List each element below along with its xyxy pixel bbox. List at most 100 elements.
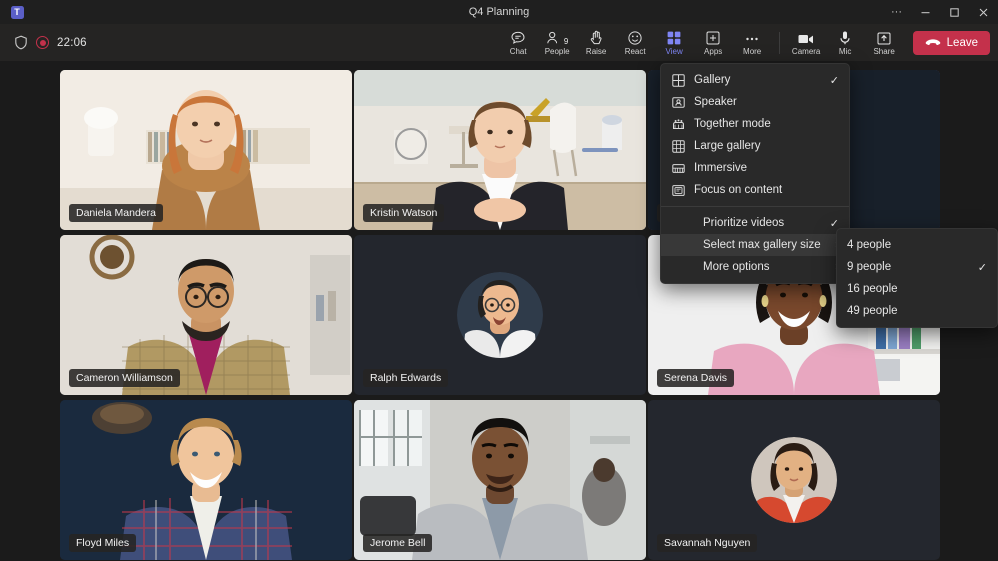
people-icon: 9: [546, 29, 568, 46]
menu-item-large-gallery[interactable]: Large gallery: [661, 135, 849, 157]
close-icon[interactable]: [969, 0, 998, 24]
menu-label: Immersive: [694, 162, 817, 174]
menu-label: 4 people: [847, 239, 965, 251]
menu-label: Speaker: [694, 96, 817, 108]
submenu-item-49-people[interactable]: 49 people: [837, 300, 997, 322]
shield-icon[interactable]: [14, 35, 28, 50]
menu-label: Prioritize videos: [703, 217, 817, 229]
menu-item-focus-on-content[interactable]: Focus on content: [661, 179, 849, 201]
toolbar-actions: Chat 9 People Raise React: [499, 24, 787, 61]
participant-name: Floyd Miles: [69, 534, 136, 552]
teams-logo-icon: T: [0, 0, 34, 24]
toolbar-button-view[interactable]: View: [655, 24, 694, 61]
menu-label: 16 people: [847, 283, 965, 295]
avatar: [751, 437, 837, 523]
titlebar-more-icon[interactable]: ···: [882, 0, 911, 24]
share-screen-icon: [876, 29, 892, 46]
view-menu: Gallery ✓ Speaker Together mode Large ga…: [660, 63, 850, 284]
toolbar-button-react[interactable]: React: [616, 24, 655, 61]
participant-tile[interactable]: Floyd Miles: [60, 400, 352, 560]
check-icon: ✓: [974, 261, 987, 274]
participant-name: Savannah Nguyen: [657, 534, 757, 552]
toolbar-label-react: React: [625, 47, 646, 57]
gallery-size-submenu: 4 people 9 people ✓ 16 people 49 people: [836, 228, 998, 328]
menu-label: 9 people: [847, 261, 965, 273]
participant-name: Kristin Watson: [363, 204, 444, 222]
leave-button[interactable]: Leave: [913, 31, 990, 55]
more-ellipsis-icon: [744, 29, 760, 46]
participant-tile[interactable]: Daniela Mandera: [60, 70, 352, 230]
menu-label: Select max gallery size: [703, 239, 826, 251]
toolbar-label-view: View: [666, 47, 683, 57]
title-bar: T Q4 Planning ···: [0, 0, 998, 24]
menu-item-immersive[interactable]: Immersive: [661, 157, 849, 179]
menu-item-select-max-gallery-size[interactable]: Select max gallery size ›: [661, 234, 849, 256]
react-emoji-icon: [627, 29, 643, 46]
menu-item-speaker[interactable]: Speaker: [661, 91, 849, 113]
leave-button-label: Leave: [947, 37, 978, 49]
window-controls: ···: [882, 0, 998, 24]
participant-name: Cameron Williamson: [69, 369, 180, 387]
toolbar-button-raise[interactable]: Raise: [577, 24, 616, 61]
toolbar-button-people[interactable]: 9 People: [538, 24, 577, 61]
participant-name: Daniela Mandera: [69, 204, 163, 222]
avatar: [457, 272, 543, 358]
toolbar-device-controls: Camera Mic Share Leave: [787, 24, 998, 61]
recording-indicator-icon: [36, 36, 49, 49]
menu-label: 49 people: [847, 305, 965, 317]
toolbar-button-apps[interactable]: Apps: [694, 24, 733, 61]
minimize-icon[interactable]: [911, 0, 940, 24]
menu-label: Gallery: [694, 74, 817, 86]
teams-meeting-window: T Q4 Planning ··· 22:06: [0, 0, 998, 561]
raise-hand-icon: [589, 29, 604, 46]
menu-separator: [661, 206, 849, 207]
toolbar-label-apps: Apps: [704, 47, 722, 57]
toolbar-label-raise: Raise: [586, 47, 606, 57]
submenu-item-4-people[interactable]: 4 people: [837, 234, 997, 256]
toolbar-button-more[interactable]: More: [733, 24, 772, 61]
check-icon: ✓: [826, 217, 839, 230]
toolbar-button-chat[interactable]: Chat: [499, 24, 538, 61]
menu-label: More options: [703, 261, 826, 273]
apps-plus-icon: [705, 29, 721, 46]
people-count-badge: 9: [564, 37, 568, 46]
participant-tile[interactable]: Ralph Edwards: [354, 235, 646, 395]
submenu-item-9-people[interactable]: 9 people ✓: [837, 256, 997, 278]
menu-item-together-mode[interactable]: Together mode: [661, 113, 849, 135]
participant-tile[interactable]: Kristin Watson: [354, 70, 646, 230]
toolbar-button-mic[interactable]: Mic: [826, 24, 865, 61]
large-gallery-icon: [671, 139, 685, 153]
toolbar-divider: [779, 32, 780, 54]
toolbar-label-chat: Chat: [510, 47, 527, 57]
participant-tile[interactable]: Jerome Bell: [354, 400, 646, 560]
menu-label: Together mode: [694, 118, 817, 130]
menu-item-prioritize-videos[interactable]: Prioritize videos ✓: [661, 212, 849, 234]
hang-up-icon: [925, 38, 941, 47]
meeting-toolbar: 22:06 Chat 9 People Raise: [0, 24, 998, 61]
chat-icon: [510, 29, 526, 46]
view-grid-icon: [666, 29, 682, 46]
menu-label: Focus on content: [694, 184, 817, 196]
window-title: Q4 Planning: [0, 0, 998, 24]
participant-name: Ralph Edwards: [363, 369, 448, 387]
together-mode-icon: [671, 117, 685, 131]
menu-item-more-options[interactable]: More options ›: [661, 256, 849, 278]
menu-label: Large gallery: [694, 140, 817, 152]
maximize-icon[interactable]: [940, 0, 969, 24]
toolbar-label-share: Share: [873, 47, 894, 57]
meeting-timer: 22:06: [57, 37, 87, 49]
camera-icon: [797, 29, 815, 46]
microphone-icon: [838, 29, 852, 46]
participant-tile[interactable]: Savannah Nguyen: [648, 400, 940, 560]
toolbar-label-people: People: [545, 47, 570, 57]
menu-item-gallery[interactable]: Gallery ✓: [661, 69, 849, 91]
toolbar-button-share[interactable]: Share: [865, 24, 904, 61]
toolbar-label-camera: Camera: [792, 47, 820, 57]
check-icon: ✓: [826, 74, 839, 87]
participant-tile[interactable]: Cameron Williamson: [60, 235, 352, 395]
toolbar-button-camera[interactable]: Camera: [787, 24, 826, 61]
speaker-icon: [671, 95, 685, 109]
toolbar-label-more: More: [743, 47, 761, 57]
submenu-item-16-people[interactable]: 16 people: [837, 278, 997, 300]
focus-content-icon: [671, 183, 685, 197]
